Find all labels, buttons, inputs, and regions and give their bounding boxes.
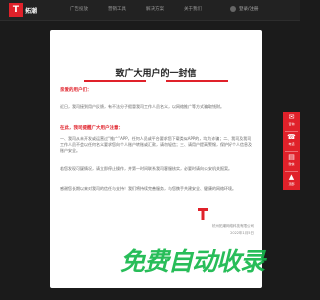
title-divider	[50, 80, 262, 82]
nav-item-about[interactable]: 关于我们	[174, 0, 212, 20]
signature-org: 杭州拓潮网络科技有限公司	[212, 224, 254, 228]
letter-paragraph-4: 感谢您长期以来对我司的信任与支持！我们将持续完善服务，与您携手共建安全、健康的网…	[60, 186, 236, 191]
sidebar-wechat-label: 微信	[288, 162, 295, 166]
login-link[interactable]: 登录/注册	[230, 6, 259, 12]
phone-icon: ☎	[287, 133, 296, 141]
nav-item-solutions[interactable]: 解决方案	[136, 0, 174, 20]
nav-item-tools[interactable]: 营销工具	[98, 0, 136, 20]
brand-logo[interactable]: T 拓潮	[9, 3, 37, 17]
letter-paragraph-2: 一、我司从未开发或运营过“推广”APP，任何人员或平台要求您下载类似APP的，均…	[60, 136, 252, 153]
watermark-banner: 免费自动收录	[120, 247, 265, 276]
sidebar-consult-label: 咨询	[288, 122, 295, 126]
sidebar-phone[interactable]: ☎ 电话	[283, 132, 300, 152]
letter-greeting: 亲爱的用户们：	[60, 88, 92, 93]
brand-mark: T	[9, 3, 23, 17]
chat-icon: ✉	[288, 113, 295, 121]
sidebar-top-label: 顶部	[288, 182, 295, 186]
letter-title: 致广大用户的一封信	[115, 69, 197, 79]
sidebar-consult[interactable]: ✉ 咨询	[283, 112, 300, 132]
main-nav: 广告投放 营销工具 解决方案 关于我们	[60, 0, 212, 20]
top-nav-bar: T 拓潮 广告投放 营销工具 解决方案 关于我们 登录/注册	[0, 0, 300, 21]
avatar-icon	[230, 6, 236, 12]
brand-name: 拓潮	[25, 7, 38, 15]
nav-item-ads[interactable]: 广告投放	[60, 0, 98, 20]
sidebar-phone-label: 电话	[288, 142, 295, 146]
back-to-top-icon: ▲	[288, 173, 295, 181]
letter-paragraph-3: 若您发现可疑情况，请立即停止操作，并第一时间联系我司客服核实，必要时请向公安机关…	[60, 166, 232, 171]
letter-subhead: 在此，我司提醒广大用户注意：	[60, 126, 123, 131]
sidebar-top[interactable]: ▲ 顶部	[283, 172, 300, 192]
qr-code-icon: ▤	[288, 153, 295, 161]
login-label: 登录/注册	[239, 7, 259, 12]
floating-sidebar: ✉ 咨询 ☎ 电话 ▤ 微信 ▲ 顶部	[283, 112, 300, 190]
letter-paragraph-1: 近日，我司接到用户反馈，有不法分子假冒我司工作人员名义，以网络推广等方式骗取钱财…	[60, 104, 224, 109]
sidebar-wechat[interactable]: ▤ 微信	[283, 152, 300, 172]
signature-logo-icon	[198, 208, 208, 220]
